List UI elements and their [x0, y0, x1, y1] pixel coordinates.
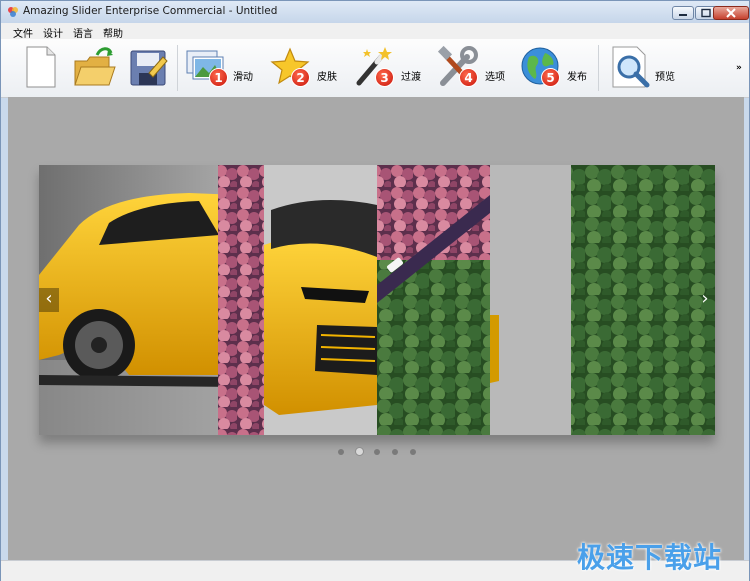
- slide-image: [39, 165, 715, 435]
- toolbar-overflow-button[interactable]: »: [736, 63, 742, 73]
- publish-label: 发布: [567, 72, 587, 83]
- slider-preview: [39, 165, 715, 435]
- slides-images-icon: [186, 50, 224, 80]
- close-button[interactable]: [713, 6, 749, 20]
- transitions-label: 过渡: [401, 72, 421, 83]
- magnifier-icon: [612, 46, 650, 88]
- skins-button[interactable]: 2 皮肤: [267, 43, 337, 93]
- toolbar-separator: [598, 45, 599, 91]
- new-document-icon: [26, 46, 56, 88]
- slider-dot[interactable]: [392, 449, 398, 455]
- preview-label: 预览: [655, 72, 675, 83]
- menu-help[interactable]: 帮助: [103, 25, 123, 40]
- menu-design[interactable]: 设计: [43, 25, 63, 40]
- app-logo-icon: [8, 7, 18, 17]
- open-button[interactable]: [71, 43, 117, 93]
- toolbar: 1 滑动 2 皮肤 3 过渡 4 选项 5 发布 预览 »: [1, 39, 749, 98]
- tools-icon: [437, 45, 478, 86]
- transitions-button[interactable]: 3 过渡: [351, 43, 421, 93]
- new-button[interactable]: [23, 43, 59, 93]
- step-4-badge: 4: [459, 68, 478, 87]
- menu-file[interactable]: 文件: [13, 25, 33, 40]
- menu-language[interactable]: 语言: [73, 25, 93, 40]
- slider-dot-active[interactable]: [355, 447, 364, 456]
- step-5-badge: 5: [541, 68, 560, 87]
- skins-label: 皮肤: [317, 72, 337, 83]
- step-2-badge: 2: [291, 68, 310, 87]
- watermark: 极速下载站: [577, 541, 723, 574]
- slider-dot[interactable]: [338, 449, 344, 455]
- toolbar-separator: [177, 45, 178, 91]
- window-title: Amazing Slider Enterprise Commercial - U…: [23, 5, 278, 17]
- open-folder-icon: [74, 47, 116, 86]
- publish-button[interactable]: 5 发布: [517, 43, 587, 93]
- step-3-badge: 3: [375, 68, 394, 87]
- slides-button[interactable]: 1 滑动: [185, 43, 255, 93]
- close-icon: [726, 8, 736, 18]
- menu-bar: 文件 设计 语言 帮助: [1, 23, 749, 40]
- slider-dot[interactable]: [410, 449, 416, 455]
- globe-icon: [521, 47, 559, 85]
- save-button[interactable]: [127, 43, 169, 93]
- save-disk-icon: [130, 50, 168, 86]
- star-icon: [270, 47, 310, 85]
- step-1-badge: 1: [209, 68, 228, 87]
- slider-dot[interactable]: [374, 449, 380, 455]
- options-label: 选项: [485, 72, 505, 83]
- options-button[interactable]: 4 选项: [435, 43, 505, 93]
- magic-wand-icon: [356, 47, 392, 86]
- slider-prev-arrow[interactable]: ‹: [39, 288, 59, 312]
- minimize-icon: [679, 14, 687, 16]
- minimize-button[interactable]: [672, 6, 694, 20]
- slider-next-arrow[interactable]: ›: [695, 288, 715, 312]
- slider-pagination: [338, 447, 418, 458]
- slides-label: 滑动: [233, 72, 253, 83]
- preview-button[interactable]: 预览: [609, 43, 679, 93]
- title-bar: Amazing Slider Enterprise Commercial - U…: [1, 1, 749, 23]
- app-window: Amazing Slider Enterprise Commercial - U…: [0, 0, 750, 581]
